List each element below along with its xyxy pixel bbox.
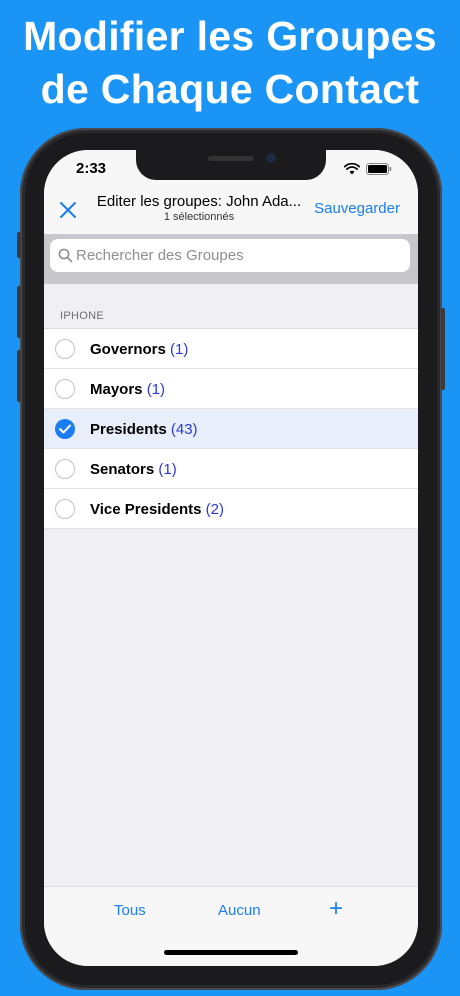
promo-headline: Modifier les Groupes de Chaque Contact: [0, 10, 460, 116]
group-count: (43): [170, 421, 198, 438]
status-time: 2:33: [76, 160, 107, 177]
mute-switch: [17, 232, 21, 258]
battery-icon: [366, 163, 392, 175]
phone-screen: 2:33 Editer les groupes: John Ada... 1 s…: [44, 150, 418, 966]
group-name: Senators: [90, 461, 155, 478]
group-row[interactable]: Presidents (43): [44, 409, 418, 449]
group-row[interactable]: Mayors (1): [44, 369, 418, 409]
section-header: IPHONE: [60, 310, 104, 322]
group-label: Governors (1): [90, 341, 188, 358]
notch: [136, 150, 326, 180]
search-bar-container: Rechercher des Groupes: [44, 234, 418, 284]
select-all-button[interactable]: Tous: [114, 902, 146, 919]
radio-icon[interactable]: [55, 499, 75, 519]
nav-title: Editer les groupes: John Ada...: [96, 193, 302, 210]
group-count: (1): [158, 461, 177, 478]
speaker: [208, 156, 254, 161]
group-name: Presidents: [90, 421, 167, 438]
status-icons: [344, 163, 392, 175]
group-label: Presidents (43): [90, 421, 198, 438]
group-label: Mayors (1): [90, 381, 165, 398]
group-label: Vice Presidents (2): [90, 501, 224, 518]
close-icon[interactable]: [58, 200, 78, 220]
group-count: (1): [170, 341, 189, 358]
search-input[interactable]: Rechercher des Groupes: [50, 239, 410, 272]
selection-count: 1 sélectionnés: [163, 211, 235, 223]
power-button: [441, 308, 445, 390]
wifi-icon: [344, 163, 360, 175]
select-none-button[interactable]: Aucun: [218, 902, 261, 919]
radio-icon[interactable]: [55, 459, 75, 479]
group-count: (2): [205, 501, 224, 518]
group-name: Governors: [90, 341, 166, 358]
volume-down-button: [17, 350, 21, 402]
group-count: (1): [146, 381, 166, 398]
volume-up-button: [17, 286, 21, 338]
phone-frame: 2:33 Editer les groupes: John Ada... 1 s…: [17, 128, 445, 990]
group-label: Senators (1): [90, 461, 177, 478]
search-placeholder: Rechercher des Groupes: [76, 247, 244, 264]
group-list: Governors (1) Mayors (1) Presidents (43) Se…: [44, 328, 418, 529]
headline-line-1: Modifier les Groupes: [23, 13, 437, 59]
radio-icon[interactable]: [55, 379, 75, 399]
checkmark-icon[interactable]: [55, 419, 75, 439]
search-icon: [58, 248, 73, 263]
front-camera: [266, 153, 276, 163]
headline-line-2: de Chaque Contact: [40, 66, 420, 112]
save-button[interactable]: Sauvegarder: [314, 200, 400, 217]
add-group-button[interactable]: +: [329, 897, 343, 921]
group-row[interactable]: Senators (1): [44, 449, 418, 489]
group-name: Mayors: [90, 381, 143, 398]
radio-icon[interactable]: [55, 339, 75, 359]
navigation-bar: Editer les groupes: John Ada... 1 sélect…: [44, 190, 418, 234]
group-name: Vice Presidents: [90, 501, 202, 518]
group-row[interactable]: Governors (1): [44, 329, 418, 369]
group-row[interactable]: Vice Presidents (2): [44, 489, 418, 529]
home-indicator: [164, 950, 298, 955]
